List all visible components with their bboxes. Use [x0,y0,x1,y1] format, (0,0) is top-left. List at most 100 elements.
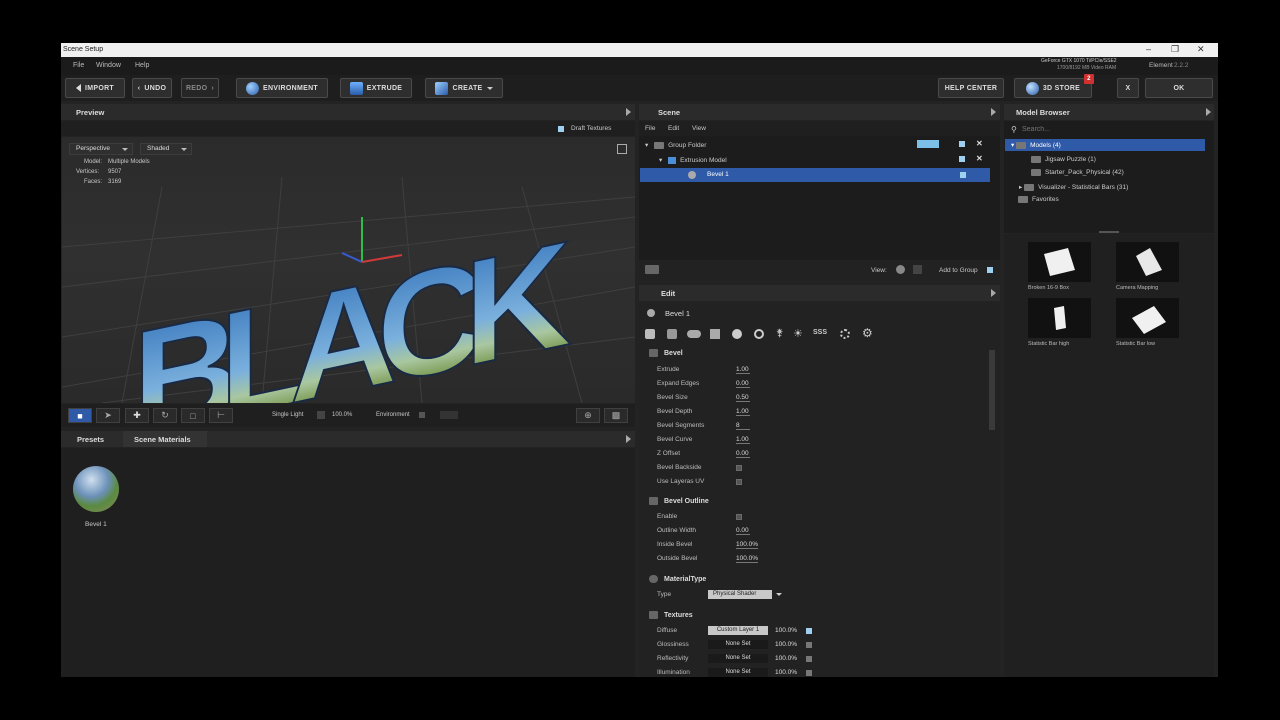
bevel-checkbox-8[interactable] [736,479,742,485]
tab-outline-icon[interactable] [667,329,677,339]
tab-ssao-icon[interactable]: SSS [813,329,827,336]
scene-menu-edit[interactable]: Edit [668,125,679,132]
bevel-value-5[interactable]: 1.00 [736,436,750,444]
tab-settings-gear-icon[interactable]: ⚙ [862,326,873,340]
bevel-checkbox-7[interactable] [736,465,742,471]
minimize-icon[interactable]: – [1146,44,1151,54]
screen-button[interactable]: ▩ [604,408,628,423]
section-textures[interactable]: Textures [649,611,693,619]
redo-button[interactable]: REDO › [181,78,219,98]
tab-material-icon[interactable] [687,330,701,338]
extrusion-model-visible[interactable] [959,156,965,162]
group-folder-visible[interactable] [959,141,965,147]
outline-checkbox-0[interactable] [736,514,742,520]
lighting-dropdown-icon[interactable] [317,411,325,419]
extrude-button[interactable]: EXTRUDE [340,78,412,98]
tab-environment-icon[interactable] [840,329,850,339]
tab-reflection-icon[interactable] [754,329,764,339]
tab-presets[interactable]: Presets [77,435,104,444]
section-bevel-outline[interactable]: Bevel Outline [649,497,709,505]
tab-scene-materials[interactable]: Scene Materials [123,431,207,447]
undo-button[interactable]: ‹ UNDO [132,78,172,98]
section-material-type[interactable]: MaterialType [649,575,706,583]
bevel-value-1[interactable]: 0.00 [736,380,750,388]
bevel-value-0[interactable]: 1.00 [736,366,750,374]
menu-window[interactable]: Window [96,62,121,69]
browser-expand-icon[interactable] [1206,108,1211,116]
move-tool-button[interactable]: ✚ [125,408,149,423]
tab-sphere-icon[interactable] [732,329,742,339]
bevel-value-4[interactable]: 8 [736,422,750,430]
tab-image-icon[interactable] [710,329,720,339]
scene-menu-file[interactable]: File [645,125,655,132]
preview-expand-icon[interactable] [626,108,631,116]
material-type-dropdown[interactable]: Physical Shader [708,590,782,599]
import-button[interactable]: IMPORT [65,78,125,98]
select-tool-button[interactable]: ➤ [96,408,120,423]
axis-tool-button[interactable]: ⊢ [209,408,233,423]
tree-item-models[interactable]: ▾ Models (4) [1005,139,1205,151]
splitter-handle[interactable] [1099,231,1119,233]
tree-item-visualizer[interactable]: ▸ Visualizer - Statistical Bars (31) [1019,183,1128,191]
scene-expand-icon[interactable] [991,108,996,116]
texture-checkbox-3[interactable] [806,670,812,676]
target-button[interactable]: ⊕ [576,408,600,423]
fullscreen-icon[interactable] [617,144,627,154]
outline-value-3[interactable]: 100.0% [736,555,759,563]
environment-button[interactable]: ENVIRONMENT [236,78,328,98]
ok-button[interactable]: OK [1145,78,1213,98]
bevel-1-visible[interactable] [960,172,966,178]
scene-item-bevel-1[interactable]: Bevel 1 [640,168,990,182]
tree-item-jigsaw[interactable]: Jigsaw Puzzle (1) [1031,156,1096,163]
scene-item-group-folder[interactable]: ▾ Group Folder [645,141,706,149]
texture-layer-1[interactable]: None Set [708,640,768,649]
thumb-statistic-bar-low[interactable] [1116,298,1179,338]
viewport[interactable]: BLACK Perspective Shaded Model: Multiple… [62,137,635,403]
new-folder-icon[interactable] [645,265,659,274]
draft-textures-checkbox[interactable] [558,126,564,132]
scene-menu-view[interactable]: View [692,125,706,132]
tree-item-starter-pack[interactable]: Starter_Pack_Physical (42) [1031,169,1124,176]
search-input[interactable] [1022,123,1207,135]
texture-value-3[interactable]: 100.0% [775,669,797,676]
menu-file[interactable]: File [73,62,84,69]
add-to-group-checkbox[interactable] [987,267,993,273]
texture-value-2[interactable]: 100.0% [775,655,797,662]
view-sphere-icon[interactable] [896,265,905,274]
bevel-value-6[interactable]: 0.00 [736,450,750,458]
texture-checkbox-2[interactable] [806,656,812,662]
texture-layer-0[interactable]: Custom Layer 1 [708,626,768,635]
thumb-broken-box[interactable] [1028,242,1091,282]
group-folder-color[interactable] [917,140,939,148]
texture-checkbox-1[interactable] [806,642,812,648]
create-button[interactable]: CREATE [425,78,503,98]
tab-bevel-icon[interactable] [645,329,655,339]
thumb-statistic-bar-high[interactable] [1028,298,1091,338]
view-light-icon[interactable] [913,265,922,274]
3d-store-button[interactable]: 3D STORE 2 [1014,74,1094,98]
scale-tool-button[interactable]: □ [181,408,205,423]
texture-layer-2[interactable]: None Set [708,654,768,663]
rotate-tool-button[interactable]: ↻ [153,408,177,423]
extrusion-model-delete-icon[interactable]: ✕ [976,154,983,163]
camera-mode-dropdown[interactable]: Perspective [69,143,133,155]
group-folder-delete-icon[interactable]: ✕ [976,139,983,148]
camera-tool-button[interactable]: ■ [68,408,92,423]
presets-expand-icon[interactable] [626,435,631,443]
outline-value-1[interactable]: 0.00 [736,527,750,535]
tree-item-favorites[interactable]: Favorites [1018,196,1059,203]
texture-layer-3[interactable]: None Set [708,668,768,677]
material-swatch[interactable] [73,466,119,512]
bevel-value-3[interactable]: 1.00 [736,408,750,416]
bevel-value-2[interactable]: 0.50 [736,394,750,402]
edit-scrollbar[interactable] [989,350,995,430]
restore-icon[interactable]: ❐ [1171,44,1179,55]
tab-sun-icon[interactable]: ☀ [793,327,803,340]
cancel-button[interactable]: X [1117,78,1139,98]
texture-checkbox-0[interactable] [806,628,812,634]
help-center-button[interactable]: HELP CENTER [938,78,1004,98]
outline-value-2[interactable]: 100.0% [736,541,759,549]
close-window-icon[interactable]: ✕ [1197,44,1205,55]
environment-checkbox[interactable] [419,412,425,418]
scene-item-extrusion-model[interactable]: ▾ Extrusion Model [659,156,727,164]
